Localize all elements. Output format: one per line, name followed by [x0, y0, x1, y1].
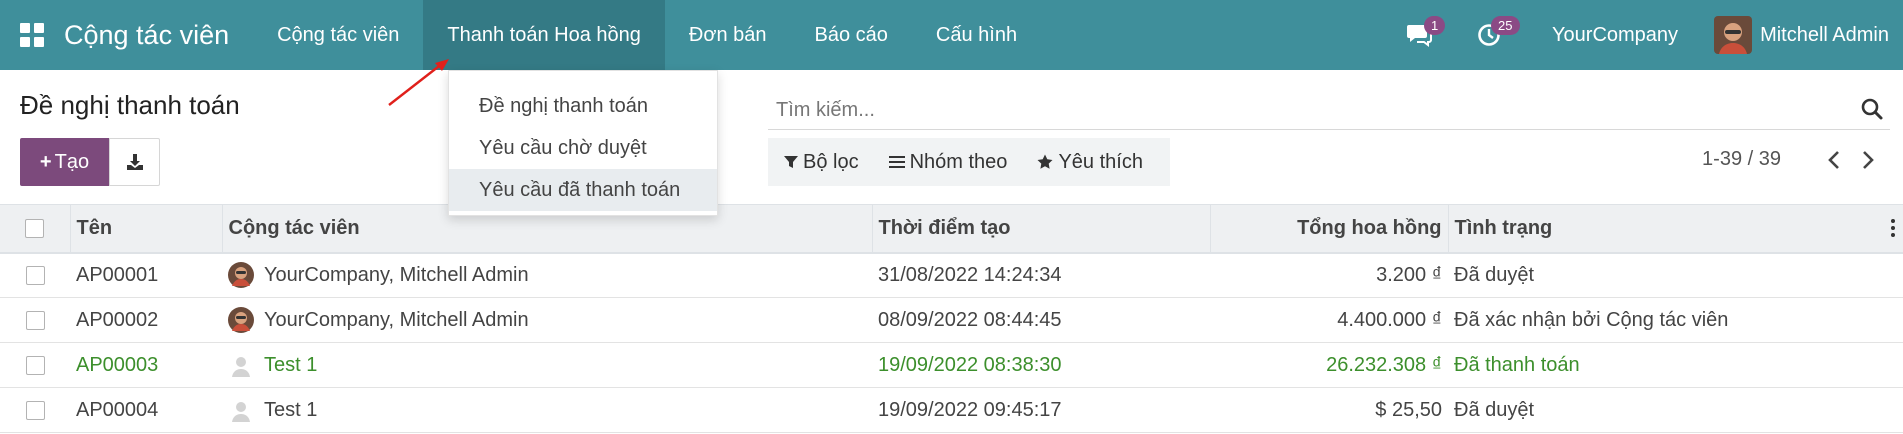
- group-by-label: Nhóm theo: [909, 150, 1008, 173]
- dropdown-item-payment-requests[interactable]: Đề nghị thanh toán: [449, 85, 717, 127]
- company-switcher[interactable]: YourCompany: [1524, 24, 1706, 47]
- chevron-right-icon[interactable]: [1861, 150, 1875, 170]
- create-label: Tạo: [54, 150, 90, 173]
- table-row[interactable]: AP00004 Test 1 19/09/2022 09:45:17 $ 25,…: [0, 388, 1903, 433]
- dropdown-item-pending-requests[interactable]: Yêu cầu chờ duyệt: [449, 127, 717, 169]
- table-row[interactable]: AP00003 Test 1 19/09/2022 08:38:30 26.23…: [0, 343, 1903, 388]
- plus-icon: +: [39, 150, 52, 173]
- messages-count-badge: 1: [1424, 16, 1446, 35]
- star-icon: [1037, 154, 1053, 170]
- cell-created: 31/08/2022 14:24:34: [878, 263, 1062, 286]
- cell-name: AP00001: [76, 263, 159, 286]
- row-checkbox[interactable]: [25, 400, 45, 420]
- cell-created: 19/09/2022 09:45:17: [878, 398, 1062, 421]
- menu-configuration[interactable]: Cấu hình: [912, 0, 1041, 70]
- list-view: Tên Cộng tác viên Thời điểm tạo Tổng hoa…: [0, 204, 1903, 433]
- export-button[interactable]: [109, 138, 160, 186]
- placeholder-avatar: [228, 352, 254, 378]
- cell-name: AP00003: [76, 353, 159, 376]
- cell-partner: YourCompany, Mitchell Admin: [264, 308, 529, 331]
- select-all-checkbox[interactable]: [25, 218, 45, 238]
- cell-name: AP00004: [76, 398, 159, 421]
- app-title[interactable]: Cộng tác viên: [64, 20, 229, 51]
- cell-created: 19/09/2022 08:38:30: [878, 353, 1062, 376]
- search-options: Bộ lọc Nhóm theo Yêu thích: [768, 138, 1170, 186]
- row-checkbox[interactable]: [25, 310, 45, 330]
- user-menu[interactable]: Mitchell Admin: [1706, 16, 1903, 54]
- cell-partner: YourCompany, Mitchell Admin: [264, 263, 529, 286]
- cell-name: AP00002: [76, 308, 159, 331]
- search-icon[interactable]: [1860, 97, 1884, 121]
- create-button[interactable]: + Tạo: [20, 138, 109, 186]
- filters-label: Bộ lọc: [803, 150, 859, 173]
- header-state[interactable]: Tình trạng: [1455, 217, 1553, 239]
- table-row[interactable]: AP00002 YourCompany, Mitchell Admin 08/0…: [0, 298, 1903, 343]
- user-name: Mitchell Admin: [1760, 23, 1889, 46]
- header-name[interactable]: Tên: [69, 204, 222, 254]
- search-input[interactable]: [776, 96, 1826, 124]
- cell-state: Đã thanh toán: [1454, 353, 1580, 376]
- user-avatar: [1714, 16, 1753, 54]
- cell-state: Đã duyệt: [1454, 398, 1535, 421]
- filter-icon: [784, 155, 798, 169]
- menu-sales-orders[interactable]: Đơn bán: [665, 0, 791, 70]
- cell-partner: Test 1: [264, 353, 318, 376]
- cell-total: 3.200 ₫: [1376, 263, 1442, 286]
- activities-count-badge: 25: [1491, 16, 1520, 35]
- favorites-label: Yêu thích: [1058, 150, 1143, 173]
- favorites-button[interactable]: Yêu thích: [1037, 151, 1143, 174]
- filters-button[interactable]: Bộ lọc: [784, 151, 859, 174]
- list-icon: [888, 155, 905, 169]
- column-options-icon[interactable]: [1891, 219, 1895, 237]
- annotation-arrow-icon: [388, 59, 449, 106]
- menu-commission-payment[interactable]: Thanh toán Hoa hồng: [423, 0, 665, 70]
- partner-avatar: [228, 262, 254, 289]
- cell-partner: Test 1: [264, 398, 318, 421]
- group-by-button[interactable]: Nhóm theo: [888, 150, 1008, 174]
- pager: 1-39 / 39: [1702, 148, 1875, 171]
- chevron-left-icon[interactable]: [1827, 150, 1841, 170]
- partner-avatar: [228, 307, 254, 333]
- row-checkbox[interactable]: [25, 265, 45, 285]
- dropdown-item-paid-requests[interactable]: Yêu cầu đã thanh toán: [449, 169, 717, 211]
- table-header: Tên Cộng tác viên Thời điểm tạo Tổng hoa…: [0, 204, 1903, 254]
- row-checkbox[interactable]: [25, 355, 45, 375]
- activities-button[interactable]: 25: [1454, 0, 1524, 70]
- cell-total: 4.400.000 ₫: [1337, 308, 1442, 331]
- menu-reports[interactable]: Báo cáo: [791, 0, 912, 70]
- header-created[interactable]: Thời điểm tạo: [871, 204, 1210, 254]
- cell-total: 26.232.308 ₫: [1326, 353, 1442, 376]
- cell-state: Đã xác nhận bởi Cộng tác viên: [1454, 308, 1729, 331]
- header-total[interactable]: Tổng hoa hồng: [1209, 204, 1448, 254]
- placeholder-avatar: [228, 397, 254, 423]
- cell-total: $ 25,50: [1375, 398, 1442, 421]
- cell-state: Đã duyệt: [1454, 263, 1535, 286]
- apps-menu-icon[interactable]: [0, 0, 64, 70]
- search-bar: [768, 92, 1890, 130]
- messages-button[interactable]: 1: [1384, 0, 1454, 70]
- page-title: Đề nghị thanh toán: [20, 90, 240, 120]
- cell-created: 08/09/2022 08:44:45: [878, 308, 1062, 331]
- table-row[interactable]: AP00001 YourCompany, Mitchell Admin 31/0…: [0, 253, 1903, 298]
- top-navbar: Cộng tác viên Cộng tác viên Thanh toán H…: [0, 0, 1903, 70]
- commission-payment-dropdown: Đề nghị thanh toán Yêu cầu chờ duyệt Yêu…: [448, 70, 718, 216]
- download-icon: [126, 154, 143, 170]
- pager-counter[interactable]: 1-39 / 39: [1702, 148, 1781, 171]
